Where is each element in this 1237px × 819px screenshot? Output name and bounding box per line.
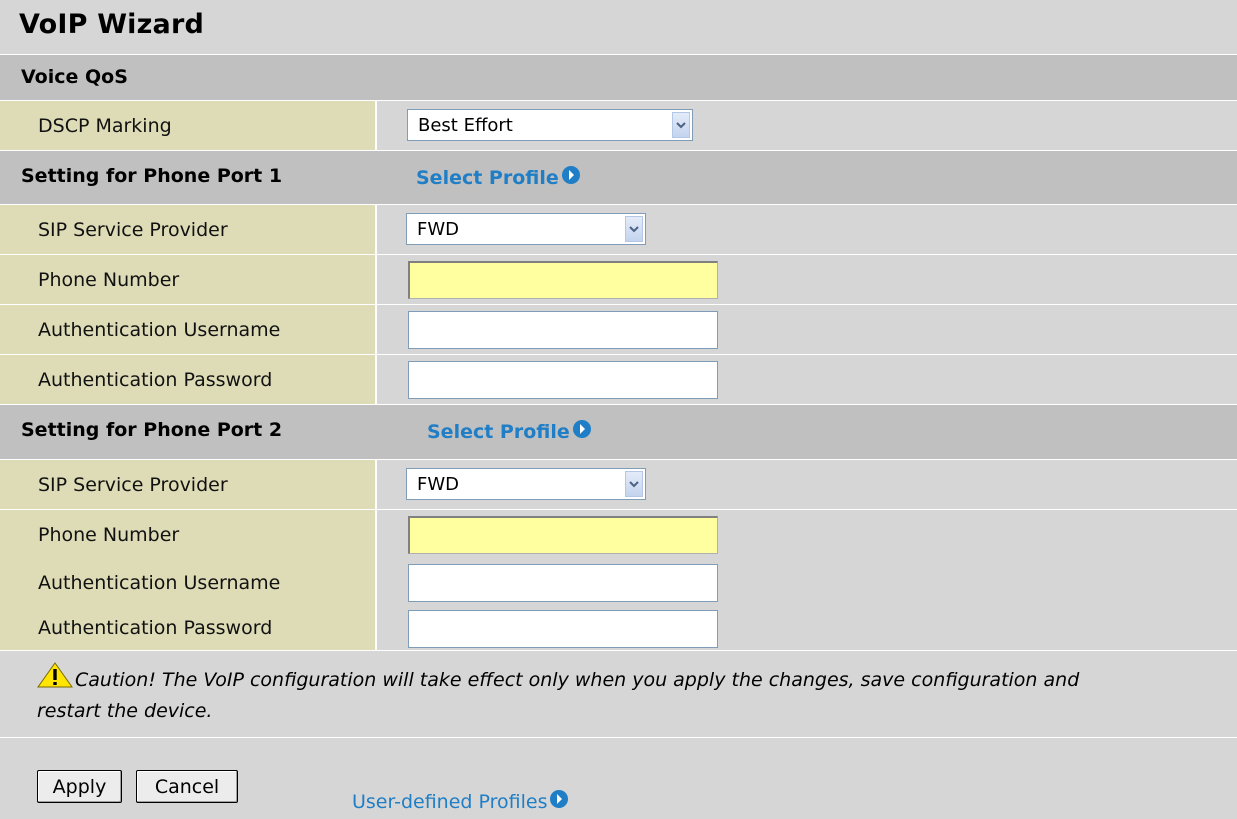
caution-notice: Caution! The VoIP configuration will tak…	[0, 651, 1237, 738]
cancel-button[interactable]: Cancel	[136, 770, 238, 803]
sip-provider-select-port-1[interactable]: FWD	[406, 213, 646, 245]
label-cell: Phone Number	[0, 255, 377, 304]
auth-username-input-port-2[interactable]	[408, 564, 718, 602]
select-profile-link-port-2[interactable]: Select Profile	[427, 419, 592, 444]
value-cell	[377, 305, 1237, 354]
row-auth-username-port-1: Authentication Username	[0, 305, 1237, 355]
row-sip-provider-port-2: SIP Service Provider FWD	[0, 460, 1237, 510]
phone-number-input-port-1[interactable]	[408, 261, 718, 299]
row-auth-username-port-2: Authentication Username	[0, 558, 1237, 608]
phone-number-label: Phone Number	[38, 269, 180, 291]
label-cell: Phone Number	[0, 510, 377, 559]
value-cell: FWD	[377, 460, 1237, 509]
auth-password-label: Authentication Password	[38, 617, 273, 639]
select-profile-link-port-1[interactable]: Select Profile	[416, 165, 581, 190]
value-cell	[377, 510, 1237, 559]
row-sip-provider-port-1: SIP Service Provider FWD	[0, 205, 1237, 255]
auth-password-label: Authentication Password	[38, 369, 273, 391]
phone-number-label: Phone Number	[38, 524, 180, 546]
row-phone-number-port-2: Phone Number	[0, 510, 1237, 560]
page-title: VoIP Wizard	[19, 9, 205, 40]
row-dscp-marking: DSCP Marking Best Effort	[0, 101, 1237, 151]
sip-provider-select-port-2[interactable]: FWD	[406, 468, 646, 500]
row-auth-password-port-2: Authentication Password	[0, 606, 1237, 651]
auth-username-input-port-1[interactable]	[408, 311, 718, 349]
label-cell: DSCP Marking	[0, 101, 377, 150]
label-cell: Authentication Username	[0, 558, 377, 607]
dscp-marking-label: DSCP Marking	[38, 115, 172, 137]
row-phone-number-port-1: Phone Number	[0, 255, 1237, 305]
label-cell: Authentication Password	[0, 606, 377, 650]
chevron-down-icon[interactable]	[625, 471, 643, 497]
sip-provider-label: SIP Service Provider	[38, 219, 228, 241]
circle-arrow-icon	[549, 789, 569, 814]
chevron-down-icon[interactable]	[625, 216, 643, 242]
title-bar: VoIP Wizard	[0, 0, 1237, 55]
auth-password-input-port-1[interactable]	[408, 361, 718, 399]
section-label: Setting for Phone Port 1	[21, 165, 283, 187]
value-cell	[377, 355, 1237, 404]
user-defined-profiles-link[interactable]: User-defined Profiles	[352, 789, 569, 814]
label-cell: SIP Service Provider	[0, 460, 377, 509]
section-label: Voice QoS	[21, 66, 128, 88]
section-phone-port-2: Setting for Phone Port 2 Select Profile	[0, 405, 1237, 460]
sip-provider-value: FWD	[417, 219, 460, 240]
row-auth-password-port-1: Authentication Password	[0, 355, 1237, 405]
value-cell	[377, 606, 1237, 650]
section-label: Setting for Phone Port 2	[21, 419, 283, 441]
button-row: Apply Cancel User-defined Profiles	[0, 738, 1237, 819]
user-defined-profiles-label: User-defined Profiles	[352, 790, 548, 813]
label-cell: Authentication Password	[0, 355, 377, 404]
select-profile-label: Select Profile	[427, 420, 570, 443]
circle-arrow-icon	[561, 165, 581, 190]
chevron-down-icon[interactable]	[672, 112, 690, 138]
auth-username-label: Authentication Username	[38, 319, 281, 341]
value-cell	[377, 558, 1237, 607]
caution-text: Caution! The VoIP configuration will tak…	[37, 669, 1080, 722]
auth-password-input-port-2[interactable]	[408, 610, 718, 648]
select-profile-label: Select Profile	[416, 166, 559, 189]
sip-provider-label: SIP Service Provider	[38, 474, 228, 496]
label-cell: SIP Service Provider	[0, 205, 377, 254]
value-cell: FWD	[377, 205, 1237, 254]
apply-button[interactable]: Apply	[37, 770, 122, 803]
sip-provider-value: FWD	[417, 474, 460, 495]
label-cell: Authentication Username	[0, 305, 377, 354]
voip-wizard-page: VoIP Wizard Voice QoS DSCP Marking Best …	[0, 0, 1237, 819]
section-phone-port-1: Setting for Phone Port 1 Select Profile	[0, 151, 1237, 205]
value-cell: Best Effort	[377, 101, 1237, 150]
circle-arrow-icon	[572, 419, 592, 444]
auth-username-label: Authentication Username	[38, 572, 281, 594]
dscp-marking-value: Best Effort	[418, 115, 513, 136]
phone-number-input-port-2[interactable]	[408, 516, 718, 554]
dscp-marking-select[interactable]: Best Effort	[407, 109, 693, 141]
value-cell	[377, 255, 1237, 304]
section-voice-qos: Voice QoS	[0, 55, 1237, 101]
